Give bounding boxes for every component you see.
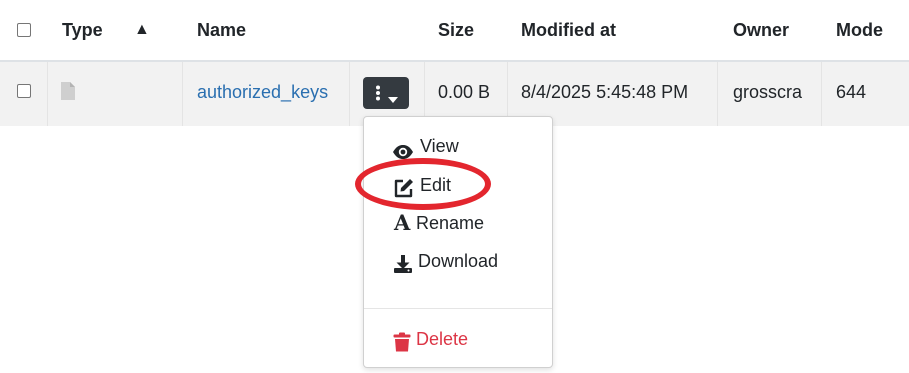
menu-item-label: Edit (420, 175, 452, 195)
file-actions-dropdown-button[interactable] (363, 77, 409, 109)
column-divider (182, 62, 183, 126)
column-divider (821, 62, 822, 126)
column-divider (717, 62, 718, 126)
menu-item-rename[interactable]: A Rename (364, 206, 552, 240)
select-all-checkbox[interactable] (17, 23, 31, 37)
trash-icon (393, 329, 411, 363)
column-header-owner[interactable]: Owner (733, 0, 789, 60)
menu-item-download[interactable]: Download (364, 244, 552, 278)
column-header-mode[interactable]: Mode (836, 0, 883, 60)
menu-item-label: Download (418, 251, 499, 271)
font-a-icon: A (394, 210, 411, 235)
sort-ascending-icon[interactable]: ▲ (134, 0, 150, 60)
column-header-size[interactable]: Size (438, 0, 474, 60)
menu-item-label: Rename (416, 213, 485, 233)
menu-item-label: Delete (416, 329, 469, 349)
table-header-row: Type ▲ Name Size Modified at Owner Mode (0, 0, 909, 62)
download-icon (393, 251, 413, 285)
menu-item-delete[interactable]: Delete (364, 322, 552, 356)
menu-divider (364, 308, 552, 309)
mode-cell: 644 (836, 82, 867, 102)
file-icon (61, 82, 75, 105)
column-header-type[interactable]: Type (62, 0, 103, 60)
menu-item-view[interactable]: View (364, 129, 552, 163)
edit-icon (394, 175, 414, 209)
column-divider (47, 62, 48, 126)
menu-item-label: View (420, 136, 459, 156)
file-name-link[interactable]: authorized_keys (197, 82, 328, 102)
eye-icon (392, 137, 414, 171)
ellipsis-vertical-icon (375, 85, 381, 106)
row-select-checkbox[interactable] (17, 84, 31, 98)
column-divider (349, 62, 350, 126)
modified-cell: 8/4/2025 5:45:48 PM (521, 82, 689, 102)
caret-down-icon (388, 90, 398, 108)
owner-cell: grosscra (733, 82, 803, 102)
column-header-modified[interactable]: Modified at (521, 0, 616, 60)
size-cell: 0.00 B (438, 82, 491, 102)
file-actions-menu: View Edit A Rename Download Delete (363, 116, 553, 368)
column-header-name[interactable]: Name (197, 0, 246, 60)
file-name-cell: authorized_keys (197, 62, 328, 122)
menu-item-edit[interactable]: Edit (364, 168, 552, 202)
